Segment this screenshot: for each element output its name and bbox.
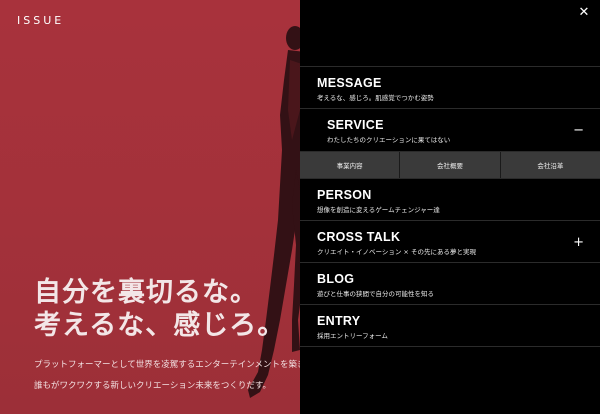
- menu-item-desc: クリエイト・イノベーション × その先にある夢と実現: [317, 248, 476, 256]
- subcopy-line-1: プラットフォーマーとして世界を凌駕するエンターテインメントを築き、: [34, 360, 300, 370]
- close-icon[interactable]: ✕: [577, 6, 591, 20]
- hero-panel: ISSUE 自分を裏切るな。 考えるな、感じろ。 プラットフォーマーとして世界を…: [0, 0, 300, 414]
- menu-item-person[interactable]: PERSON 想像を創造に変えるゲームチェンジャー達: [300, 178, 600, 220]
- hero-headline: 自分を裏切るな。 考えるな、感じろ。: [34, 276, 285, 342]
- menu-item-entry[interactable]: ENTRY 採用エントリーフォーム: [300, 304, 600, 346]
- headline-line-2: 考えるな、感じろ。: [34, 310, 286, 341]
- headline-line-1: 自分を裏切るな。: [34, 277, 258, 308]
- menu-item-title: SERVICE: [327, 118, 384, 132]
- runner-silhouette: [248, 26, 300, 398]
- menu-item-desc: 想像を創造に変えるゲームチェンジャー達: [317, 206, 440, 214]
- menu-item-title: ENTRY: [317, 314, 361, 328]
- menu-item-service[interactable]: SERVICE わたしたちのクリエーションに果てはない −: [300, 108, 600, 151]
- menu-item-blog[interactable]: BLOG 遊びと仕事の狭間で自分の可能性を知る: [300, 262, 600, 304]
- logo[interactable]: ISSUE: [17, 14, 64, 27]
- menu-items: MESSAGE 考えるな、感じろ。肌感覚でつかむ姿勢 SERVICE わたしたち…: [300, 66, 600, 347]
- submenu-company[interactable]: 会社概要: [399, 152, 499, 178]
- menu-item-title: CROSS TALK: [317, 230, 401, 244]
- menu-item-desc: わたしたちのクリエーションに果てはない: [327, 136, 451, 144]
- menu-item-desc: 遊びと仕事の狭間で自分の可能性を知る: [317, 290, 434, 298]
- menu-item-desc: 採用エントリーフォーム: [317, 332, 388, 340]
- submenu-business[interactable]: 事業内容: [300, 152, 399, 178]
- service-submenu: 事業内容 会社概要 会社沿革: [300, 151, 600, 178]
- nav-menu: ✕ MESSAGE 考えるな、感じろ。肌感覚でつかむ姿勢 SERVICE わたし…: [300, 0, 600, 414]
- menu-divider: [300, 346, 600, 347]
- expand-icon[interactable]: +: [573, 236, 584, 249]
- menu-item-message[interactable]: MESSAGE 考えるな、感じろ。肌感覚でつかむ姿勢: [300, 66, 600, 108]
- menu-item-title: MESSAGE: [317, 76, 382, 90]
- hero-subcopy: プラットフォーマーとして世界を凌駕するエンターテインメントを築き、 誰もがワクワ…: [34, 355, 300, 397]
- menu-item-desc: 考えるな、感じろ。肌感覚でつかむ姿勢: [317, 94, 434, 102]
- menu-item-title: BLOG: [317, 272, 355, 286]
- menu-item-title: PERSON: [317, 188, 372, 202]
- collapse-icon[interactable]: −: [573, 124, 584, 137]
- submenu-history[interactable]: 会社沿革: [499, 152, 600, 178]
- menu-item-cross-talk[interactable]: CROSS TALK クリエイト・イノベーション × その先にある夢と実現 +: [300, 220, 600, 262]
- subcopy-line-2: 誰もがワクワクする新しいクリエーション未来をつくりだす。: [34, 381, 271, 391]
